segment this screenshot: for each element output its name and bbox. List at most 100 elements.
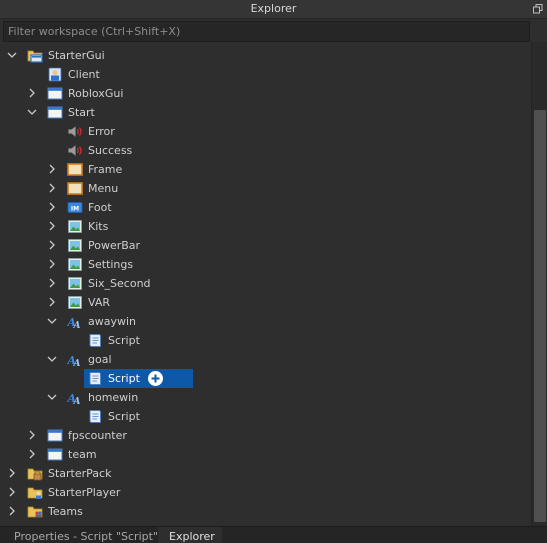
tree-row[interactable]: PowerBar xyxy=(0,236,531,255)
script-icon xyxy=(87,371,103,386)
tree-item-label: PowerBar xyxy=(88,239,141,252)
tab-properties-label: Properties - Script "Script" xyxy=(14,530,158,543)
tree-item-label: team xyxy=(68,448,97,461)
imagelabel-icon xyxy=(67,295,83,310)
tree-item-label: Success xyxy=(88,144,133,157)
tree-item-label: fpscounter xyxy=(68,429,127,442)
textlabel-icon: AA xyxy=(67,352,83,369)
chevron-right-icon[interactable] xyxy=(7,487,17,497)
chevron-right-icon[interactable] xyxy=(47,259,57,269)
tree-row[interactable]: Kits xyxy=(0,217,531,236)
scrollbar-thumb[interactable] xyxy=(534,110,546,522)
tree-row[interactable]: Teams xyxy=(0,502,531,521)
tree-row[interactable]: StarterPlayer xyxy=(0,483,531,502)
tree-row[interactable]: Success xyxy=(0,141,531,160)
tree-row[interactable]: StarterGui xyxy=(0,46,531,65)
tree-item-label: Client xyxy=(68,68,100,81)
tree-item-label: Settings xyxy=(88,258,134,271)
tree-row[interactable]: Client xyxy=(0,65,531,84)
chevron-right-icon[interactable] xyxy=(47,164,57,174)
screengui-icon xyxy=(47,86,63,101)
tree-item-label: StarterGui xyxy=(48,49,105,62)
tree-item-label: Six_Second xyxy=(88,277,151,290)
tree-item-label: Kits xyxy=(88,220,109,233)
chevron-right-icon[interactable] xyxy=(47,221,57,231)
tree-row[interactable]: Script xyxy=(0,369,531,388)
imagebutton-icon: IM xyxy=(67,200,83,215)
tree-row[interactable]: Menu xyxy=(0,179,531,198)
imagelabel-icon xyxy=(67,238,83,253)
tree-item-label: goal xyxy=(88,353,112,366)
chevron-down-icon[interactable] xyxy=(27,107,37,117)
tree-row[interactable]: Settings xyxy=(0,255,531,274)
tree-row[interactable]: A A awaywin xyxy=(0,312,531,331)
tree-item-label: homewin xyxy=(88,391,139,404)
chevron-down-icon[interactable] xyxy=(47,392,57,402)
tree-item-label: Teams xyxy=(48,505,83,518)
starterpack-folder-icon xyxy=(27,466,43,481)
teams-folder-icon xyxy=(27,504,43,519)
panel-tab-strip: Properties - Script "Script" Explorer xyxy=(0,526,547,543)
tree-item-label: Frame xyxy=(88,163,123,176)
chevron-down-icon[interactable] xyxy=(47,354,57,364)
screengui-icon xyxy=(47,428,63,443)
tree-row[interactable]: fpscounter xyxy=(0,426,531,445)
tree-row[interactable]: Start xyxy=(0,103,531,122)
chevron-right-icon[interactable] xyxy=(47,240,57,250)
script-icon xyxy=(87,333,103,348)
chevron-right-icon[interactable] xyxy=(7,506,17,516)
tree-row[interactable]: IM Foot xyxy=(0,198,531,217)
chevron-right-icon[interactable] xyxy=(27,88,37,98)
tree-item-label: Error xyxy=(88,125,115,138)
tree-row[interactable]: A A homewin xyxy=(0,388,531,407)
panel-title: Explorer xyxy=(250,2,297,15)
tree-row[interactable]: Script xyxy=(0,407,531,426)
screengui-icon xyxy=(47,105,63,120)
tree-row[interactable]: Frame xyxy=(0,160,531,179)
tree-item-label: RobloxGui xyxy=(68,87,124,100)
frame-icon xyxy=(67,162,83,177)
chevron-right-icon[interactable] xyxy=(27,449,37,459)
screengui-icon xyxy=(47,447,63,462)
tree-row[interactable]: A A goal xyxy=(0,350,531,369)
tree-item-label: Script xyxy=(108,334,140,347)
tree-row[interactable]: RobloxGui xyxy=(0,84,531,103)
filter-input[interactable] xyxy=(4,22,529,41)
tree-item-label: Menu xyxy=(88,182,119,195)
tab-properties[interactable]: Properties - Script "Script" xyxy=(0,527,158,543)
localscript-icon xyxy=(47,67,63,82)
vertical-scrollbar[interactable] xyxy=(531,42,547,526)
starterplayer-folder-icon xyxy=(27,485,43,500)
tree-row[interactable]: Six_Second xyxy=(0,274,531,293)
svg-text:A: A xyxy=(73,321,81,329)
tree-row[interactable]: team xyxy=(0,445,531,464)
panel-titlebar: Explorer xyxy=(0,0,547,19)
filter-workspace-field[interactable] xyxy=(3,21,530,42)
tree-row[interactable]: Script xyxy=(0,331,531,350)
textlabel-icon: AA xyxy=(67,314,83,331)
tree-row[interactable]: Error xyxy=(0,122,531,141)
chevron-right-icon[interactable] xyxy=(47,202,57,212)
chevron-down-icon[interactable] xyxy=(47,316,57,326)
explorer-tree: StarterGui Client RobloxGui Start Error Succe… xyxy=(0,44,531,526)
chevron-right-icon[interactable] xyxy=(7,468,17,478)
tree-item-label: awaywin xyxy=(88,315,137,328)
insert-object-icon[interactable] xyxy=(148,371,163,386)
tree-row[interactable]: StarterPack xyxy=(0,464,531,483)
tree-item-label: VAR xyxy=(88,296,110,309)
tree-row[interactable]: VAR xyxy=(0,293,531,312)
sound-icon xyxy=(67,143,83,158)
chevron-right-icon[interactable] xyxy=(47,278,57,288)
chevron-right-icon[interactable] xyxy=(47,183,57,193)
tab-explorer-label: Explorer xyxy=(169,530,215,543)
chevron-right-icon[interactable] xyxy=(47,297,57,307)
frame-icon xyxy=(67,181,83,196)
chevron-down-icon[interactable] xyxy=(7,50,17,60)
startergui-folder-icon xyxy=(27,48,43,63)
svg-text:A: A xyxy=(73,359,81,367)
textlabel-icon: AA xyxy=(67,390,83,407)
undock-icon[interactable] xyxy=(533,4,543,14)
tab-explorer[interactable]: Explorer xyxy=(158,527,222,543)
chevron-right-icon[interactable] xyxy=(27,430,37,440)
tree-item-label: StarterPlayer xyxy=(48,486,121,499)
